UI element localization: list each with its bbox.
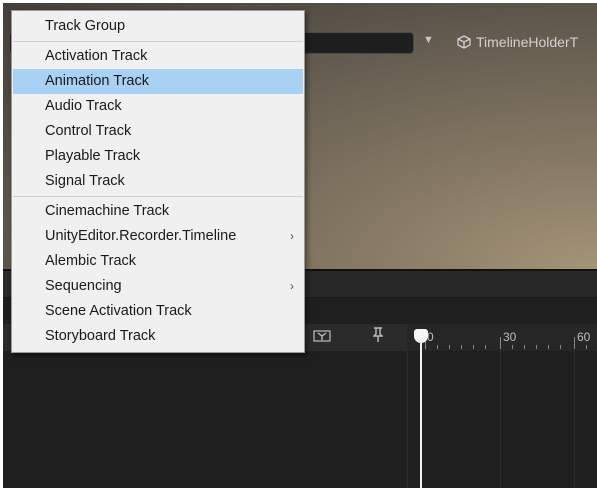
ruler-label: 0 (427, 330, 434, 344)
menu-separator (13, 196, 303, 197)
menu-separator (13, 41, 303, 42)
menu-item-label: Playable Track (45, 148, 141, 164)
menu-item-label: Activation Track (45, 48, 148, 64)
menu-item-scene-activation-track[interactable]: Scene Activation Track (13, 299, 303, 324)
grid-line (500, 351, 501, 488)
menu-item-cinemachine-track[interactable]: Cinemachine Track (13, 199, 303, 224)
timeline-object-selector[interactable]: TimelineHolderT (457, 32, 578, 52)
grid-line (407, 351, 408, 488)
menu-item-label: Cinemachine Track (45, 203, 170, 219)
ruler-tick (437, 345, 438, 349)
grid-line (574, 351, 575, 488)
ruler-tick (449, 345, 450, 349)
lock-toggle-icon[interactable] (313, 330, 331, 345)
menu-item-label: Track Group (45, 18, 126, 34)
cube-icon (457, 35, 471, 49)
ruler-tick (512, 345, 513, 349)
menu-item-alembic-track[interactable]: Alembic Track (13, 249, 303, 274)
menu-item-playable-track[interactable]: Playable Track (13, 144, 303, 169)
menu-item-label: Storyboard Track (45, 328, 156, 344)
ruler-tick (548, 345, 549, 349)
menu-item-storyboard-track[interactable]: Storyboard Track (13, 324, 303, 349)
ruler-tick (500, 337, 501, 349)
ruler-tick (461, 345, 462, 349)
ruler-tick (536, 345, 537, 349)
timeline-object-name: TimelineHolderT (476, 34, 579, 50)
ruler-tick (574, 337, 575, 349)
ruler-tick (473, 345, 474, 349)
ruler-tick (524, 345, 525, 349)
pin-icon[interactable] (372, 327, 384, 346)
menu-item-recorder-timeline[interactable]: UnityEditor.Recorder.Timeline › (13, 224, 303, 249)
menu-item-label: Scene Activation Track (45, 303, 192, 319)
menu-item-track-group[interactable]: Track Group (13, 14, 303, 39)
menu-item-label: Animation Track (45, 73, 149, 89)
menu-item-signal-track[interactable]: Signal Track (13, 169, 303, 194)
ruler-tick (586, 345, 587, 349)
menu-item-activation-track[interactable]: Activation Track (13, 44, 303, 69)
menu-item-label: Sequencing (45, 278, 122, 294)
menu-item-label: Alembic Track (45, 253, 137, 269)
ruler-tick (560, 345, 561, 349)
menu-item-label: Signal Track (45, 173, 125, 189)
playhead-handle[interactable] (414, 329, 428, 343)
ruler-label: 60 (577, 330, 591, 344)
ruler-tick (485, 345, 486, 349)
menu-item-label: Control Track (45, 123, 132, 139)
menu-item-audio-track[interactable]: Audio Track (13, 94, 303, 119)
chevron-right-icon: › (290, 229, 294, 243)
timeline-dropdown-icon[interactable]: ▼ (423, 34, 434, 46)
menu-item-sequencing[interactable]: Sequencing › (13, 274, 303, 299)
menu-item-label: UnityEditor.Recorder.Timeline (45, 228, 237, 244)
time-ruler[interactable]: 0 30 60 (407, 324, 597, 351)
ruler-label: 30 (503, 330, 517, 344)
menu-item-animation-track[interactable]: Animation Track (13, 69, 303, 94)
track-area[interactable] (3, 351, 597, 488)
menu-item-control-track[interactable]: Control Track (13, 119, 303, 144)
playhead-line (420, 339, 422, 488)
menu-item-label: Audio Track (45, 98, 122, 114)
toolbar-edge (3, 271, 11, 297)
add-track-menu: Track Group Activation Track Animation T… (11, 10, 305, 353)
chevron-right-icon: › (290, 279, 294, 293)
